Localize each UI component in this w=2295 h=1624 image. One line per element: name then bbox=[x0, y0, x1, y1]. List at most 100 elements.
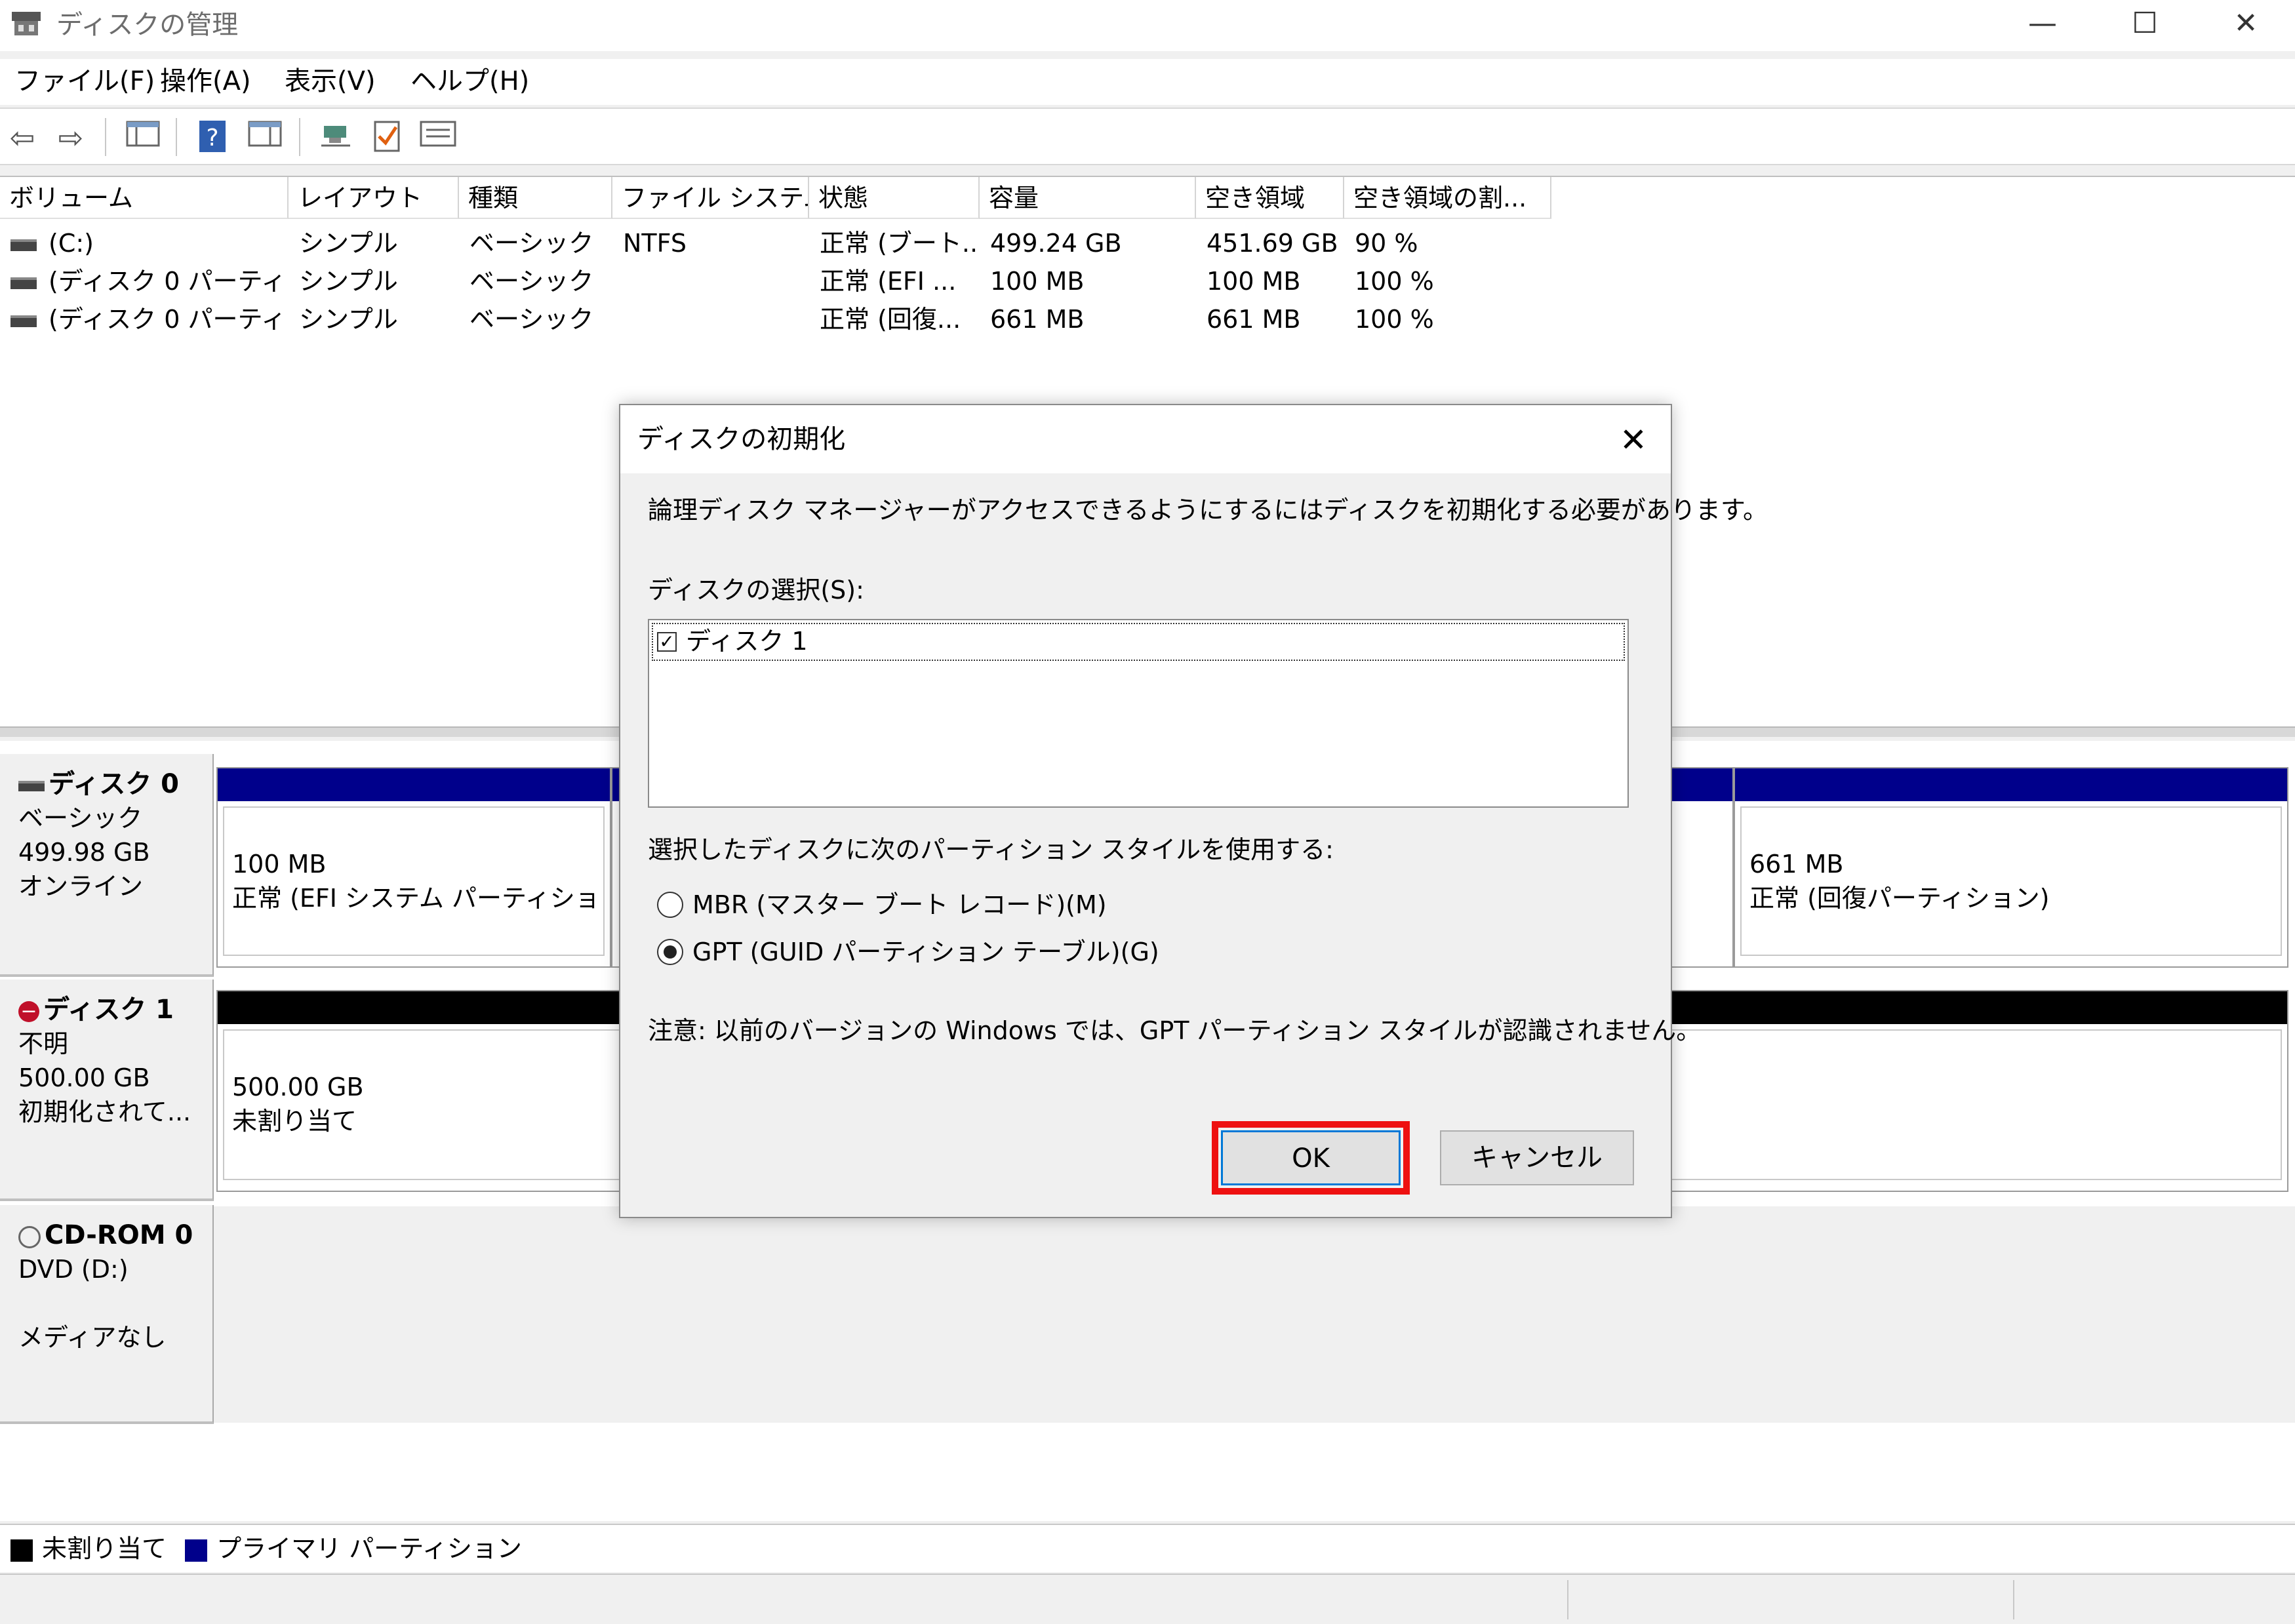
help-icon[interactable]: ? bbox=[194, 119, 231, 156]
primary-partition-bar bbox=[1735, 768, 2287, 801]
menu-view[interactable]: 表示(V) bbox=[285, 64, 376, 98]
menu-bar: ファイル(F) 操作(A) 表示(V) ヘルプ(H) bbox=[0, 59, 2295, 105]
toolbar-separator bbox=[176, 118, 177, 156]
cdrom-name: CD-ROM 0 bbox=[45, 1220, 193, 1250]
console-tree-icon[interactable] bbox=[125, 119, 161, 156]
dialog-title: ディスクの初期化 bbox=[637, 424, 846, 454]
menu-help[interactable]: ヘルプ(H) bbox=[410, 64, 529, 98]
disk-item-label: ディスク 1 bbox=[686, 627, 808, 656]
cdrom-media: メディアなし bbox=[18, 1323, 167, 1352]
disk-0-name: ディスク 0 bbox=[49, 769, 179, 799]
disk-warning-icon: − bbox=[18, 1000, 39, 1022]
disk-0-state: オンライン bbox=[18, 872, 144, 901]
volume-status: 正常 (回復... bbox=[820, 305, 961, 334]
close-button[interactable]: ✕ bbox=[2197, 0, 2295, 47]
volume-capacity: 499.24 GB bbox=[990, 229, 1122, 258]
column-header-free-percent[interactable]: 空き領域の割... bbox=[1344, 177, 1551, 219]
volume-name: (C:) bbox=[49, 229, 94, 258]
status-separator bbox=[2013, 1580, 2014, 1619]
window-title: ディスクの管理 bbox=[56, 10, 239, 40]
volume-type: ベーシック bbox=[469, 229, 594, 258]
menu-file[interactable]: ファイル(F) bbox=[14, 64, 155, 98]
legend-unallocated: 未割り当て bbox=[42, 1534, 167, 1563]
column-header-capacity[interactable]: 容量 bbox=[980, 177, 1196, 219]
gpt-radio-selected-dot bbox=[664, 945, 677, 959]
partition-recovery[interactable]: 661 MB 正常 (回復パーティション) bbox=[1734, 767, 2288, 968]
volume-icon bbox=[10, 239, 37, 251]
maximize-button[interactable]: ☐ bbox=[2096, 0, 2194, 47]
disk-select-label: ディスクの選択(S): bbox=[648, 576, 864, 604]
volume-capacity: 100 MB bbox=[990, 267, 1085, 296]
unallocated-swatch bbox=[10, 1539, 33, 1562]
initialize-disk-dialog: ディスクの初期化 ✕ 論理ディスク マネージャーがアクセスできるようにするにはデ… bbox=[619, 404, 1768, 1218]
volume-capacity: 661 MB bbox=[990, 305, 1085, 334]
disk-1-type: 不明 bbox=[18, 1029, 69, 1058]
disk-0-label[interactable]: ディスク 0 ベーシック 499.98 GB オンライン bbox=[0, 754, 214, 977]
cdrom-drive: DVD (D:) bbox=[18, 1255, 129, 1284]
title-bar: ディスクの管理 — ☐ ✕ bbox=[0, 0, 2295, 51]
table-row[interactable]: (ディスク 0 パーティシ... シンプル ベーシック 正常 (EFI ... … bbox=[0, 262, 1574, 300]
volume-name: (ディスク 0 パーティシ... bbox=[49, 305, 289, 334]
disk-1-label[interactable]: − ディスク 1 不明 500.00 GB 初期化されて... bbox=[0, 980, 214, 1201]
svg-text:?: ? bbox=[206, 125, 218, 151]
ok-button[interactable]: OK bbox=[1221, 1130, 1401, 1185]
volume-layout: シンプル bbox=[299, 305, 398, 334]
toolbar-separator bbox=[299, 118, 300, 156]
legend-primary: プライマリ パーティション bbox=[216, 1534, 522, 1563]
table-row[interactable]: (C:) シンプル ベーシック NTFS 正常 (ブート... 499.24 G… bbox=[0, 224, 1574, 262]
volume-free: 451.69 GB bbox=[1207, 229, 1338, 258]
volume-type: ベーシック bbox=[469, 305, 594, 334]
toolbar-separator bbox=[105, 118, 106, 156]
back-arrow-icon[interactable]: ⇦ bbox=[4, 119, 41, 156]
volume-name: (ディスク 0 パーティシ... bbox=[49, 267, 289, 296]
list-view-icon[interactable] bbox=[420, 119, 456, 156]
table-row[interactable]: (ディスク 0 パーティシ... シンプル ベーシック 正常 (回復... 66… bbox=[0, 300, 1574, 338]
column-header-volume[interactable]: ボリューム bbox=[0, 177, 289, 219]
dialog-close-icon[interactable]: ✕ bbox=[1610, 417, 1656, 463]
volume-status: 正常 (EFI ... bbox=[820, 267, 957, 296]
mbr-option-label[interactable]: MBR (マスター ブート レコード)(M) bbox=[692, 888, 1107, 922]
check-icon[interactable] bbox=[369, 119, 405, 156]
partition-status: 正常 (EFI システム パーティション) bbox=[232, 884, 605, 913]
volume-layout: シンプル bbox=[299, 267, 398, 296]
minimize-button[interactable]: — bbox=[1993, 0, 2092, 47]
app-icon bbox=[9, 8, 43, 38]
partition-efi[interactable]: 100 MB 正常 (EFI システム パーティション) bbox=[216, 767, 611, 968]
cdrom-label[interactable]: CD-ROM 0 DVD (D:) メディアなし bbox=[0, 1205, 214, 1424]
volume-type: ベーシック bbox=[469, 267, 594, 296]
volume-fs: NTFS bbox=[623, 229, 687, 258]
status-separator bbox=[1567, 1580, 1568, 1619]
forward-arrow-icon[interactable]: ⇨ bbox=[52, 119, 89, 156]
legend: 未割り当て プライマリ パーティション bbox=[0, 1524, 2295, 1572]
disk-select-list[interactable]: ✓ ディスク 1 bbox=[648, 619, 1629, 808]
volume-free: 661 MB bbox=[1207, 305, 1301, 334]
partition-status: 正常 (回復パーティション) bbox=[1749, 884, 2050, 913]
volume-free-pct: 100 % bbox=[1355, 267, 1434, 296]
toolbar: ⇦ ⇨ ? bbox=[0, 108, 2295, 165]
column-header-layout[interactable]: レイアウト bbox=[289, 177, 459, 219]
volume-free-pct: 90 % bbox=[1355, 229, 1418, 258]
column-header-free-space[interactable]: 空き領域 bbox=[1196, 177, 1344, 219]
volume-icon bbox=[10, 277, 37, 289]
menu-action[interactable]: 操作(A) bbox=[160, 64, 251, 98]
dialog-message: 論理ディスク マネージャーがアクセスできるようにするにはディスクを初期化する必要… bbox=[648, 496, 1768, 525]
disk-1-state: 初期化されて... bbox=[18, 1098, 191, 1126]
mbr-radio[interactable] bbox=[657, 892, 683, 918]
disk-1-checkbox[interactable]: ✓ bbox=[657, 632, 677, 652]
volume-free-pct: 100 % bbox=[1355, 305, 1434, 334]
dialog-note: 注意: 以前のバージョンの Windows では、GPT パーティション スタイ… bbox=[648, 1016, 1702, 1045]
cdrom-icon bbox=[18, 1225, 41, 1248]
column-header-type[interactable]: 種類 bbox=[459, 177, 612, 219]
properties-pane-icon[interactable] bbox=[247, 119, 283, 156]
disk-1-name: ディスク 1 bbox=[43, 995, 174, 1025]
list-item[interactable]: ✓ ディスク 1 bbox=[652, 623, 1625, 661]
gpt-radio[interactable] bbox=[657, 939, 683, 965]
disk-0-size: 499.98 GB bbox=[18, 838, 150, 867]
status-bar bbox=[0, 1574, 2295, 1624]
cancel-button[interactable]: キャンセル bbox=[1440, 1130, 1634, 1185]
column-header-filesystem[interactable]: ファイル システム bbox=[612, 177, 809, 219]
gpt-option-label[interactable]: GPT (GUID パーティション テーブル)(G) bbox=[692, 935, 1159, 969]
connect-icon[interactable] bbox=[317, 119, 354, 156]
column-header-status[interactable]: 状態 bbox=[809, 177, 980, 219]
volume-status: 正常 (ブート... bbox=[820, 229, 980, 258]
